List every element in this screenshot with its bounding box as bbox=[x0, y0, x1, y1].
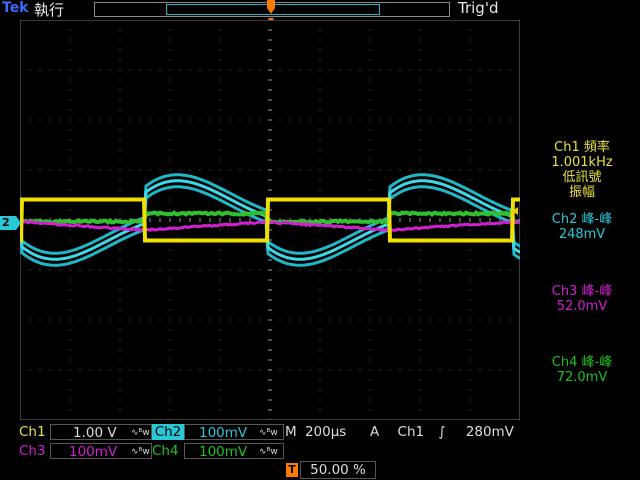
bandwidth-limit-icon: ∿ᴮw bbox=[259, 444, 278, 460]
ch2-label[interactable]: Ch2 bbox=[152, 424, 184, 440]
ch4-scale: 100mV bbox=[199, 444, 247, 460]
ch3-scale-readout[interactable]: 100mV ∿ᴮw bbox=[50, 443, 152, 459]
measurement-ch4-peak-to-peak[interactable]: Ch4 峰-峰 72.0mV bbox=[524, 355, 640, 385]
trigger-level: 280mV bbox=[466, 424, 514, 440]
ch3-scale: 100mV bbox=[69, 444, 117, 460]
ch2-marker-arrow-icon bbox=[16, 216, 21, 230]
trigger-slope-icon: ∫ bbox=[438, 424, 445, 440]
measurement-ch1-frequency[interactable]: Ch1 頻率 1.001kHz 低訊號 振幅 bbox=[524, 140, 640, 200]
trigger-status: Trig'd bbox=[458, 0, 498, 17]
measurement-title: Ch3 峰-峰 bbox=[524, 284, 640, 299]
measurement-value: 72.0mV bbox=[524, 370, 640, 385]
bandwidth-limit-icon: ∿ᴮw bbox=[131, 425, 150, 441]
trigger-mode: A bbox=[370, 424, 379, 440]
trigger-position-indicator bbox=[266, 0, 276, 14]
ch1-scale-readout[interactable]: 1.00 V ∿ᴮw bbox=[50, 424, 152, 440]
measurement-title: Ch2 峰-峰 bbox=[524, 212, 640, 227]
trigger-position-marker-icon: T bbox=[286, 463, 298, 477]
timebase-value: 200µs bbox=[305, 424, 346, 440]
timebase-label: M bbox=[285, 424, 297, 440]
measurement-ch3-peak-to-peak[interactable]: Ch3 峰-峰 52.0mV bbox=[524, 284, 640, 314]
ch4-label[interactable]: Ch4 bbox=[152, 443, 179, 459]
measurement-value: 248mV bbox=[524, 227, 640, 242]
run-state-label: 執行 bbox=[34, 0, 64, 20]
measurement-title: Ch1 頻率 bbox=[524, 140, 640, 155]
measurement-title: Ch4 峰-峰 bbox=[524, 355, 640, 370]
trigger-level-marker[interactable] bbox=[512, 207, 518, 215]
trigger-readout[interactable]: A Ch1 ∫ 280mV bbox=[370, 424, 530, 440]
graticule bbox=[20, 20, 520, 420]
ch2-scale: 100mV bbox=[199, 425, 247, 441]
bandwidth-limit-icon: ∿ᴮw bbox=[131, 444, 150, 460]
measurement-ch2-peak-to-peak[interactable]: Ch2 峰-峰 248mV bbox=[524, 212, 640, 242]
brand-logo: Tek bbox=[2, 0, 29, 16]
ch2-ground-marker[interactable]: 2 bbox=[0, 216, 16, 230]
oscilloscope-screen: Tek 執行 Trig'd T 2 Ch1 頻率 1.001kHz 低訊號 振幅… bbox=[0, 0, 640, 480]
trigger-position-readout[interactable]: 50.00 % bbox=[300, 461, 376, 479]
ch2-scale-readout[interactable]: 100mV ∿ᴮw bbox=[184, 424, 284, 440]
measurement-value: 1.001kHz bbox=[524, 155, 640, 170]
measurement-warning-detail: 振幅 bbox=[524, 185, 640, 200]
measurement-warning: 低訊號 bbox=[524, 170, 640, 185]
measurement-value: 52.0mV bbox=[524, 299, 640, 314]
ch1-scale: 1.00 V bbox=[73, 425, 117, 441]
bandwidth-limit-icon: ∿ᴮw bbox=[259, 425, 278, 441]
timebase-readout[interactable]: M 200µs bbox=[285, 424, 355, 440]
ch1-label[interactable]: Ch1 bbox=[19, 424, 46, 440]
ch4-scale-readout[interactable]: 100mV ∿ᴮw bbox=[184, 443, 284, 459]
trigger-source: Ch1 bbox=[398, 424, 425, 440]
ch3-label[interactable]: Ch3 bbox=[19, 443, 46, 459]
